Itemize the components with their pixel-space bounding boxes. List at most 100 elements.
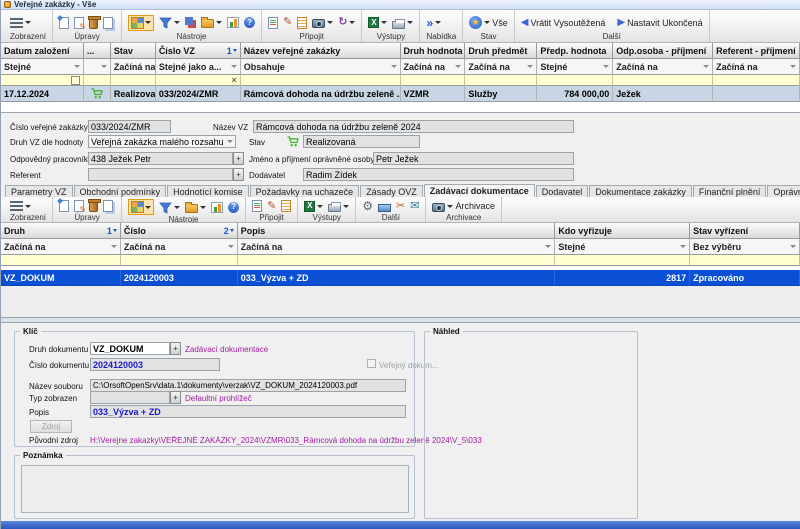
select-view-button[interactable] (128, 199, 154, 215)
column-header-druh-predmet[interactable]: Druh předmět (465, 43, 537, 59)
poznamka-textarea[interactable] (21, 465, 409, 513)
view-mode-button[interactable] (10, 201, 31, 211)
print-button[interactable] (328, 200, 349, 212)
column-header-icon[interactable]: ... (84, 43, 111, 59)
column-header-cislo-vz[interactable]: Číslo VZ1 (156, 43, 241, 59)
filter-input-icon-col[interactable] (84, 75, 111, 86)
select-view-button[interactable] (128, 15, 154, 31)
filter-referent[interactable]: Začíná na (713, 59, 800, 75)
help-button[interactable]: ? (244, 17, 255, 28)
column-header-kdo-vyrizuje[interactable]: Kdo vyřizuje (555, 223, 690, 239)
lookup-button[interactable]: + (233, 152, 244, 165)
filter-input-odp-osoba[interactable] (613, 75, 713, 86)
filter-predp-hodnota[interactable]: Stejné (537, 59, 613, 75)
column-header-predp-hodnota[interactable]: Předp. hodnota (537, 43, 613, 59)
excel-export-button[interactable]: X (304, 201, 323, 212)
menu-button[interactable]: » (426, 17, 441, 29)
filter-odp-osoba[interactable]: Začíná na (613, 59, 713, 75)
column-header-stav[interactable]: Stav (111, 43, 156, 59)
attach-image-button[interactable] (312, 17, 333, 28)
odp-pracovnik-field[interactable]: 438 Ježek Petr (88, 152, 233, 165)
tab-dokumentace-zakazky[interactable]: Dokumentace zakázky (589, 185, 692, 197)
druh-dokumentu-field[interactable]: VZ_DOKUM (90, 342, 170, 355)
tab-dodavatel[interactable]: Dodavatel (536, 185, 589, 197)
document-row-selected[interactable]: VZ_DOKUM 2024120003 033_Výzva + ZD 2817 … (1, 270, 800, 286)
referent-field[interactable] (88, 168, 233, 181)
refresh-button[interactable]: ↻ (338, 17, 355, 28)
archive-button[interactable]: Archivace (432, 201, 495, 212)
copy-record-button[interactable] (103, 17, 115, 29)
tab-financni-plneni[interactable]: Finanční plnění (693, 185, 767, 197)
filter-druh[interactable]: Začíná na (1, 239, 121, 255)
filter-input-referent[interactable] (713, 75, 800, 86)
folder-button[interactable] (185, 202, 206, 213)
filter-cislo[interactable]: Začíná na (121, 239, 238, 255)
filter-input-predp-hodnota[interactable] (537, 75, 613, 86)
verejny-dokument-checkbox[interactable] (367, 359, 376, 368)
column-header-druh[interactable]: Druh1 (1, 223, 121, 239)
attach-note-button[interactable] (252, 200, 262, 212)
lookup-button[interactable]: + (170, 342, 181, 355)
column-header-referent[interactable]: Referent - příjmení (713, 43, 800, 59)
column-header-stav-vyrizeni[interactable]: Stav vyřízení (690, 223, 800, 239)
sign-button[interactable]: ✎ (267, 201, 276, 212)
lookup-button[interactable]: + (170, 391, 181, 404)
filter-kdo-vyrizuje[interactable]: Stejné (555, 239, 690, 255)
dodavatel-field[interactable]: Radim Zídek (303, 168, 574, 181)
filter-cislo-vz[interactable]: Stejné jako a... (156, 59, 241, 75)
calendar-picker-icon[interactable] (71, 76, 80, 85)
column-header-druh-hodnota[interactable]: Druh hodnota (401, 43, 466, 59)
filter-button[interactable] (159, 16, 180, 29)
filter-input-datum[interactable] (1, 75, 84, 86)
filter-input-druh[interactable] (1, 255, 121, 266)
merge-button[interactable] (185, 17, 196, 28)
opravnena-osoba-field[interactable]: Petr Ježek (373, 152, 574, 165)
delete-record-button[interactable] (89, 17, 98, 29)
cut-button[interactable]: ✂ (396, 201, 405, 212)
device-button[interactable] (378, 201, 391, 212)
print-button[interactable] (392, 17, 413, 29)
chart-button[interactable] (211, 202, 223, 213)
set-finished-button[interactable]: ▶Nastavit Ukončená (617, 18, 702, 28)
filter-input-stav[interactable] (690, 255, 800, 266)
filter-input-cislo-vz[interactable]: × (156, 75, 241, 86)
help-button[interactable]: ? (228, 202, 239, 213)
column-header-datum-zalozeni[interactable]: Datum založení (1, 43, 84, 59)
filter-stav-vyrizeni[interactable]: Bez výběru (690, 239, 800, 255)
column-header-cislo[interactable]: Číslo2 (121, 223, 238, 239)
filter-druh-predmet[interactable]: Začíná na (465, 59, 537, 75)
excel-export-button[interactable]: X (368, 17, 387, 28)
filter-input-stav[interactable] (111, 75, 156, 86)
tab-hodnotici-komise[interactable]: Hodnotící komise (167, 185, 249, 197)
nazev-vz-field[interactable]: Rámcová dohoda na údržbu zeleně 2024 (253, 120, 574, 133)
attach-list-button[interactable] (281, 200, 291, 212)
sign-button[interactable]: ✎ (283, 17, 292, 28)
status-filter-button[interactable]: ★Vše (469, 16, 508, 29)
return-awarded-button[interactable]: ◀Vrátit Vysoutěžená (521, 18, 606, 28)
filter-button[interactable] (159, 201, 180, 214)
filter-druh-hodnota[interactable]: Začíná na (401, 59, 466, 75)
typ-zobrazeni-field[interactable] (90, 391, 170, 404)
attach-note-button[interactable] (268, 17, 278, 29)
column-header-odp-osoba[interactable]: Odp.osoba - příjmení (613, 43, 713, 59)
folder-button[interactable] (201, 17, 222, 28)
filter-datum[interactable]: Stejné (1, 59, 84, 75)
filter-input-popis[interactable] (238, 255, 556, 266)
new-record-button[interactable] (59, 17, 69, 29)
filter-input-druh-predmet[interactable] (465, 75, 537, 86)
delete-record-button[interactable] (89, 200, 98, 212)
filter-icon-col[interactable] (84, 59, 111, 75)
cislo-dokumentu-field[interactable]: 2024120003 (90, 358, 220, 371)
edit-record-button[interactable] (74, 200, 84, 212)
new-record-button[interactable] (59, 200, 69, 212)
druh-vz-combo[interactable]: Veřejná zakázka malého rozsahu (88, 135, 236, 148)
tab-opravnene-osoby[interactable]: Oprávněné osoby (767, 185, 800, 197)
tab-parametry-vz[interactable]: Parametry VZ (5, 185, 73, 197)
tab-pozadavky-na-uchazece[interactable]: Požadavky na uchazeče (250, 185, 360, 197)
clear-filter-icon[interactable]: × (231, 76, 236, 85)
settings-button[interactable]: ⚙ (362, 200, 373, 212)
filter-nazev[interactable]: Obsahuje (241, 59, 401, 75)
chart-button[interactable] (227, 17, 239, 28)
tab-zasady-ovz[interactable]: Zásady OVZ (360, 185, 423, 197)
filter-input-kdo[interactable] (555, 255, 690, 266)
